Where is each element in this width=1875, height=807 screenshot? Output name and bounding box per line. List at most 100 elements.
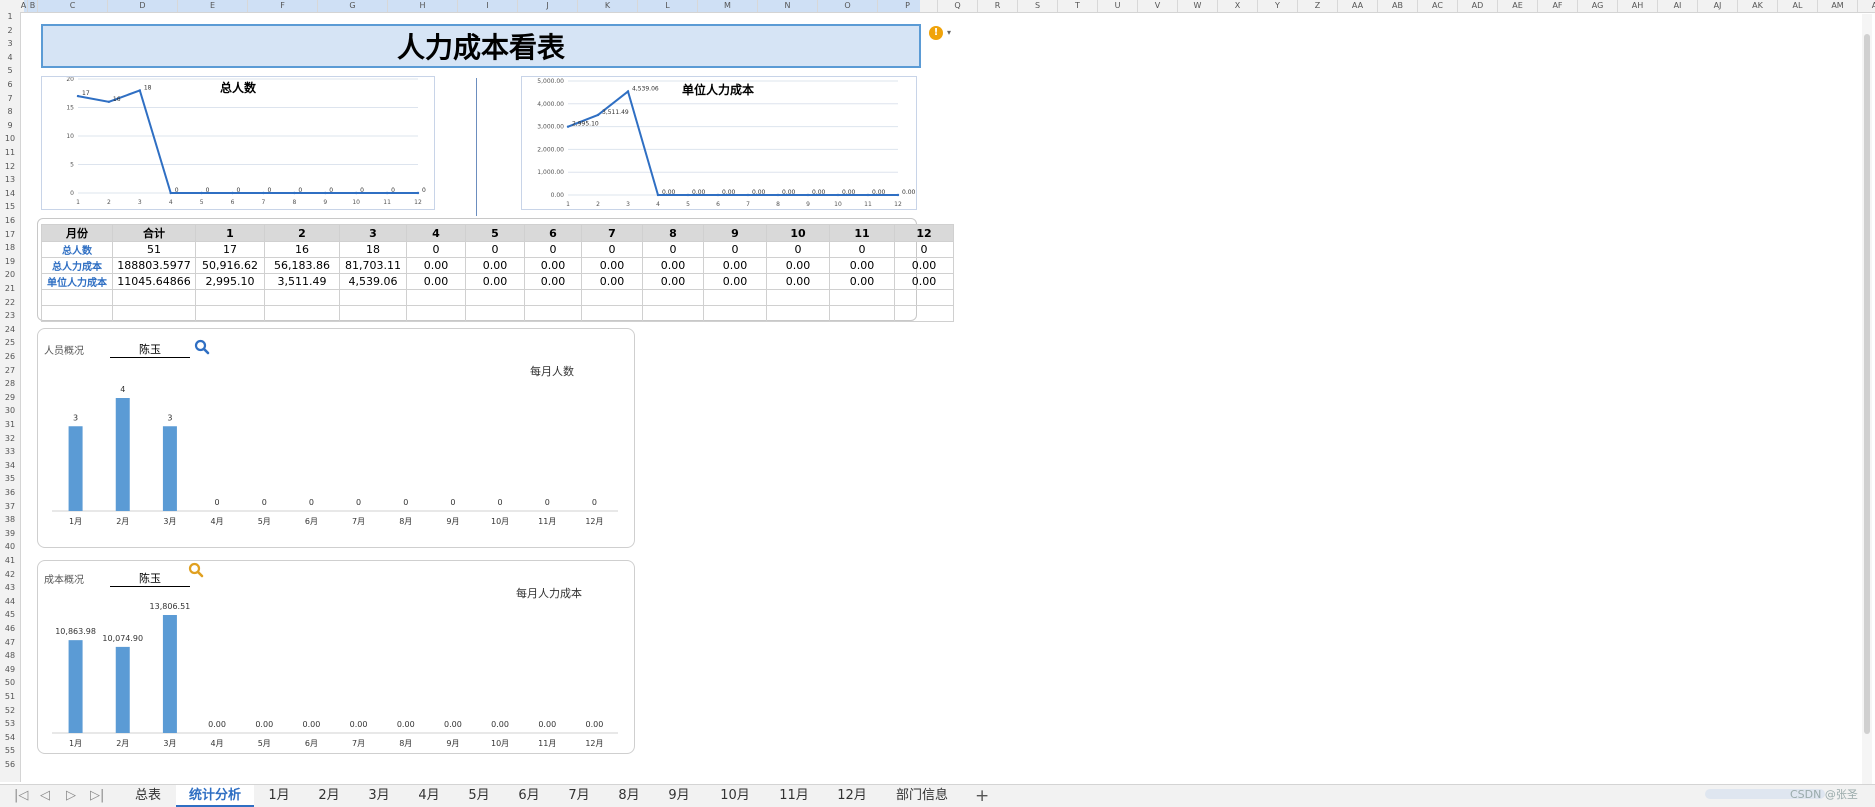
- row-label-cell[interactable]: 总人数: [41, 241, 113, 258]
- column-header-C[interactable]: C: [38, 0, 108, 12]
- empty-cell[interactable]: [829, 305, 895, 322]
- column-header-G[interactable]: G: [318, 0, 388, 12]
- sheet-tab[interactable]: 8月: [604, 785, 654, 807]
- column-header-AE[interactable]: AE: [1498, 0, 1538, 12]
- table-cell[interactable]: 0.00: [829, 273, 895, 290]
- row-header-51[interactable]: 51: [0, 692, 20, 701]
- prev-sheet-icon[interactable]: ◁: [40, 788, 50, 803]
- row-header-24[interactable]: 24: [0, 325, 20, 334]
- table-cell[interactable]: 0.00: [406, 257, 466, 274]
- sheet-tab[interactable]: 1月: [254, 785, 304, 807]
- table-header-cell[interactable]: 4: [406, 224, 466, 242]
- sheet-tab[interactable]: 11月: [766, 785, 822, 807]
- empty-cell[interactable]: [112, 305, 196, 322]
- column-header-S[interactable]: S: [1018, 0, 1058, 12]
- row-header-10[interactable]: 10: [0, 134, 20, 143]
- empty-cell[interactable]: [195, 305, 265, 322]
- total-people-chart[interactable]: 总人数 20 15 10 5 0 17 1 16 2 18 3 0 4 0 5 0 6 0 7 0 8 0 9 0 10 0 11 0…: [41, 76, 435, 210]
- sheet-tab[interactable]: 12月: [822, 785, 882, 807]
- table-cell[interactable]: 0.00: [703, 273, 767, 290]
- scrollbar-thumb[interactable]: [1864, 34, 1870, 734]
- table-cell[interactable]: 2,995.10: [195, 273, 265, 290]
- column-header-T[interactable]: T: [1058, 0, 1098, 12]
- table-cell[interactable]: 4,539.06: [339, 273, 407, 290]
- row-header-44[interactable]: 44: [0, 597, 20, 606]
- empty-cell[interactable]: [766, 289, 830, 306]
- row-header-3[interactable]: 3: [0, 39, 20, 48]
- column-header-AJ[interactable]: AJ: [1698, 0, 1738, 12]
- table-header-cell[interactable]: 6: [524, 224, 582, 242]
- sheet-tab[interactable]: 2月: [304, 785, 354, 807]
- table-cell[interactable]: 0.00: [465, 257, 525, 274]
- row-header-52[interactable]: 52: [0, 706, 20, 715]
- column-header-AM[interactable]: AM: [1818, 0, 1858, 12]
- row-header-34[interactable]: 34: [0, 461, 20, 470]
- row-header-1[interactable]: 1: [0, 12, 20, 21]
- empty-cell[interactable]: [894, 289, 954, 306]
- column-header-AL[interactable]: AL: [1778, 0, 1818, 12]
- row-header-30[interactable]: 30: [0, 406, 20, 415]
- table-cell[interactable]: 0.00: [524, 273, 582, 290]
- row-header-14[interactable]: 14: [0, 189, 20, 198]
- table-cell[interactable]: 0: [465, 241, 525, 258]
- column-header-AC[interactable]: AC: [1418, 0, 1458, 12]
- first-sheet-icon[interactable]: |◁: [14, 788, 28, 803]
- table-cell[interactable]: 0.00: [524, 257, 582, 274]
- table-header-cell[interactable]: 8: [642, 224, 704, 242]
- row-header-49[interactable]: 49: [0, 665, 20, 674]
- column-header-D[interactable]: D: [108, 0, 178, 12]
- column-header-F[interactable]: F: [248, 0, 318, 12]
- column-header-AD[interactable]: AD: [1458, 0, 1498, 12]
- column-header-X[interactable]: X: [1218, 0, 1258, 12]
- table-header-cell[interactable]: 3: [339, 224, 407, 242]
- row-header-19[interactable]: 19: [0, 257, 20, 266]
- row-header-37[interactable]: 37: [0, 502, 20, 511]
- empty-cell[interactable]: [339, 305, 407, 322]
- table-cell[interactable]: 3,511.49: [264, 273, 340, 290]
- row-label-cell[interactable]: 总人力成本: [41, 257, 113, 274]
- column-header-O[interactable]: O: [818, 0, 878, 12]
- empty-cell[interactable]: [642, 289, 704, 306]
- empty-cell[interactable]: [406, 289, 466, 306]
- column-header-J[interactable]: J: [518, 0, 578, 12]
- table-cell[interactable]: 0.00: [581, 257, 643, 274]
- row-header-33[interactable]: 33: [0, 447, 20, 456]
- row-header-54[interactable]: 54: [0, 733, 20, 742]
- row-header-45[interactable]: 45: [0, 610, 20, 619]
- table-header-cell[interactable]: 2: [264, 224, 340, 242]
- empty-cell[interactable]: [581, 305, 643, 322]
- empty-cell[interactable]: [406, 305, 466, 322]
- sheet-tab[interactable]: 6月: [504, 785, 554, 807]
- unit-cost-chart[interactable]: 单位人力成本 5,000.00 4,000.00 3,000.00 2,000.00 1…: [521, 76, 917, 210]
- empty-cell[interactable]: [195, 289, 265, 306]
- row-header-26[interactable]: 26: [0, 352, 20, 361]
- empty-cell[interactable]: [524, 305, 582, 322]
- column-header-H[interactable]: H: [388, 0, 458, 12]
- empty-cell[interactable]: [41, 289, 113, 306]
- row-header-15[interactable]: 15: [0, 202, 20, 211]
- table-header-cell[interactable]: 1: [195, 224, 265, 242]
- table-cell[interactable]: 16: [264, 241, 340, 258]
- column-header-AF[interactable]: AF: [1538, 0, 1578, 12]
- row-header-23[interactable]: 23: [0, 311, 20, 320]
- add-sheet-button[interactable]: +: [975, 786, 989, 806]
- row-header-41[interactable]: 41: [0, 556, 20, 565]
- table-cell[interactable]: 11045.64866: [112, 273, 196, 290]
- row-header-17[interactable]: 17: [0, 230, 20, 239]
- column-header-AA[interactable]: AA: [1338, 0, 1378, 12]
- row-header-55[interactable]: 55: [0, 746, 20, 755]
- table-cell[interactable]: 0.00: [829, 257, 895, 274]
- sheet-tab[interactable]: 10月: [704, 785, 766, 807]
- empty-cell[interactable]: [703, 289, 767, 306]
- warning-icon[interactable]: !: [929, 26, 943, 40]
- column-header-E[interactable]: E: [178, 0, 248, 12]
- row-header-7[interactable]: 7: [0, 94, 20, 103]
- table-header-cell[interactable]: 5: [465, 224, 525, 242]
- column-header-B[interactable]: B: [28, 0, 38, 12]
- row-header-5[interactable]: 5: [0, 66, 20, 75]
- row-header-50[interactable]: 50: [0, 678, 20, 687]
- empty-cell[interactable]: [766, 305, 830, 322]
- row-header-18[interactable]: 18: [0, 243, 20, 252]
- empty-cell[interactable]: [642, 305, 704, 322]
- sheet-tab[interactable]: 4月: [404, 785, 454, 807]
